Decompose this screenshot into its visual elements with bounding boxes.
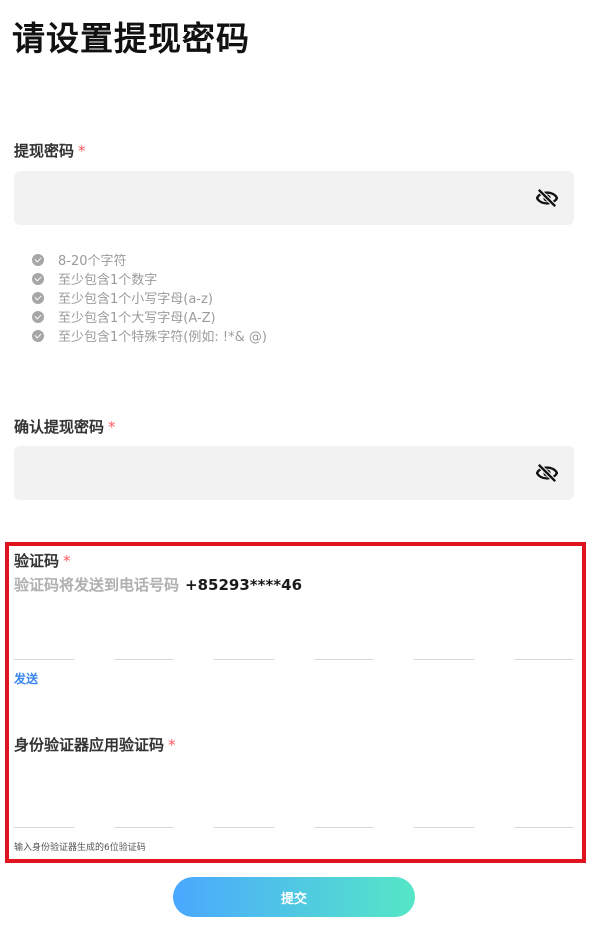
rule-text: 8-20个字符 xyxy=(58,254,127,269)
send-code-link[interactable]: 发送 xyxy=(14,670,38,687)
rule-item: 至少包含1个小写字母(a-z) xyxy=(32,288,267,307)
sms-code-label: 验证码 * xyxy=(14,550,71,571)
code-digit[interactable] xyxy=(414,779,474,828)
required-mark: * xyxy=(63,552,71,570)
sms-hint: 验证码将发送到电话号码 +85293****46 xyxy=(14,574,302,595)
password-label: 提现密码 * xyxy=(14,140,86,161)
confirm-label-text: 确认提现密码 xyxy=(14,418,105,436)
code-digit[interactable] xyxy=(114,611,174,660)
code-digit[interactable] xyxy=(514,611,574,660)
code-digit[interactable] xyxy=(414,611,474,660)
code-digit[interactable] xyxy=(314,779,374,828)
rule-text: 至少包含1个数字 xyxy=(58,273,158,288)
required-mark: * xyxy=(78,142,86,160)
authenticator-code-label: 身份验证器应用验证码 * xyxy=(14,734,176,755)
eye-off-icon[interactable] xyxy=(536,463,558,483)
required-mark: * xyxy=(168,736,176,754)
rule-item: 至少包含1个特殊字符(例如: !*& @) xyxy=(32,326,267,345)
password-input[interactable] xyxy=(14,171,574,225)
rule-item: 至少包含1个数字 xyxy=(32,269,267,288)
confirm-password-label: 确认提现密码 * xyxy=(14,416,116,437)
code-digit[interactable] xyxy=(14,611,74,660)
sms-hint-text: 验证码将发送到电话号码 xyxy=(14,576,180,594)
eye-off-icon[interactable] xyxy=(536,188,558,208)
rule-text: 至少包含1个特殊字符(例如: !*& @) xyxy=(58,330,267,345)
code-digit[interactable] xyxy=(514,779,574,828)
rule-item: 8-20个字符 xyxy=(32,250,267,269)
page-title: 请设置提现密码 xyxy=(12,19,250,58)
check-circle-icon xyxy=(32,291,44,304)
check-circle-icon xyxy=(32,272,44,285)
submit-button[interactable]: 提交 xyxy=(173,877,415,917)
rule-text: 至少包含1个小写字母(a-z) xyxy=(58,292,213,307)
authenticator-label-text: 身份验证器应用验证码 xyxy=(14,736,165,754)
check-circle-icon xyxy=(32,310,44,323)
password-rules: 8-20个字符 至少包含1个数字 至少包含1个小写字母(a-z) 至少包含1个大… xyxy=(32,250,267,345)
check-circle-icon xyxy=(32,329,44,342)
authenticator-code-input[interactable] xyxy=(14,779,574,828)
authenticator-hint: 输入身份验证器生成的6位验证码 xyxy=(14,843,146,853)
phone-number: +85293****46 xyxy=(185,576,303,594)
check-circle-icon xyxy=(32,253,44,266)
required-mark: * xyxy=(108,418,116,436)
confirm-password-input[interactable] xyxy=(14,446,574,500)
rule-text: 至少包含1个大写字母(A-Z) xyxy=(58,311,216,326)
code-digit[interactable] xyxy=(14,779,74,828)
rule-item: 至少包含1个大写字母(A-Z) xyxy=(32,307,267,326)
code-digit[interactable] xyxy=(314,611,374,660)
sms-label-text: 验证码 xyxy=(14,552,60,570)
password-label-text: 提现密码 xyxy=(14,142,75,160)
code-digit[interactable] xyxy=(214,779,274,828)
code-digit[interactable] xyxy=(214,611,274,660)
code-digit[interactable] xyxy=(114,779,174,828)
sms-code-input[interactable] xyxy=(14,611,574,660)
